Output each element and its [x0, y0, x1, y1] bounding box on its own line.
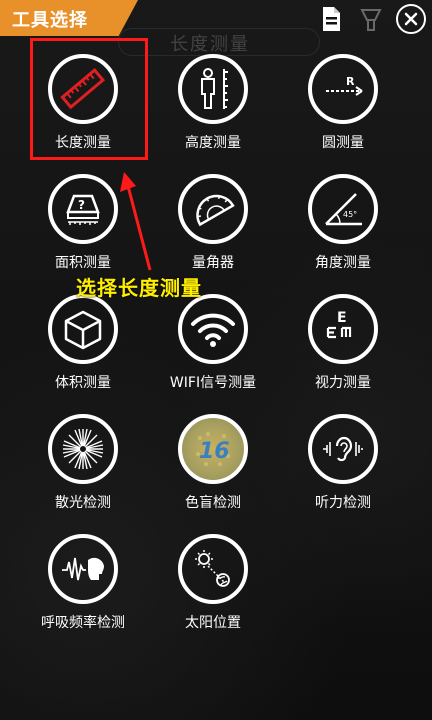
- astigmatism-icon: [62, 428, 104, 470]
- tool-icon-circle: [178, 54, 248, 124]
- tool-breath-rate-test[interactable]: 呼吸频率检测: [18, 530, 148, 646]
- breath-icon: [62, 557, 104, 581]
- tool-hearing-test[interactable]: 听力检测: [278, 410, 408, 526]
- area-box-icon: ?: [66, 194, 100, 225]
- color-blind-plate-icon: 16: [196, 432, 230, 466]
- tool-label: 听力检测: [315, 495, 371, 511]
- protractor-icon: [196, 194, 235, 227]
- tool-angle-measure[interactable]: 45° 角度测量: [278, 170, 408, 286]
- tool-protractor[interactable]: 量角器: [148, 170, 278, 286]
- tool-icon-circle: [48, 294, 118, 364]
- tool-icon-circle: ?: [48, 174, 118, 244]
- close-icon: [404, 12, 418, 26]
- tool-icon-circle: E: [308, 294, 378, 364]
- cube-volume-icon: [64, 310, 102, 350]
- tool-label: 体积测量: [55, 375, 111, 391]
- page-title: 工具选择: [12, 10, 88, 31]
- tool-icon-circle: [48, 414, 118, 484]
- plate-number: 16: [199, 439, 230, 464]
- tool-label: WIFI信号测量: [169, 375, 257, 391]
- sun-position-icon: [195, 550, 230, 587]
- tool-label: 散光检测: [55, 495, 111, 511]
- tool-label: 色盲检测: [185, 495, 241, 511]
- angle-value: 45°: [343, 210, 357, 219]
- tool-area-measure[interactable]: ? 面积测量: [18, 170, 148, 286]
- document-icon[interactable]: [316, 4, 346, 34]
- tool-icon-circle: R: [308, 54, 378, 124]
- circle-radius-icon: R: [326, 75, 363, 96]
- tool-vision-test[interactable]: E 视力测量: [278, 290, 408, 406]
- tool-circle-measure[interactable]: R 圆测量: [278, 50, 408, 166]
- person-height-icon: [201, 68, 228, 109]
- question-mark: ?: [78, 198, 85, 212]
- tool-label: 角度测量: [315, 255, 371, 271]
- tool-label: 高度测量: [185, 135, 241, 151]
- tool-volume-measure[interactable]: 体积测量: [18, 290, 148, 406]
- selection-highlight-box: [30, 38, 148, 160]
- radius-letter: R: [346, 75, 355, 88]
- tool-icon-circle: 16: [178, 414, 248, 484]
- tool-colorblind-test[interactable]: 16 色盲检测: [148, 410, 278, 526]
- tool-sun-position[interactable]: 太阳位置: [148, 530, 278, 646]
- tool-height-measure[interactable]: 高度测量: [148, 50, 278, 166]
- tool-icon-circle: [48, 534, 118, 604]
- wifi-icon: [191, 313, 235, 347]
- tool-label: 圆测量: [322, 135, 364, 151]
- tool-label: 呼吸频率检测: [41, 615, 125, 631]
- tool-label: 面积测量: [55, 255, 111, 271]
- tool-icon-circle: 45°: [308, 174, 378, 244]
- tool-label: 太阳位置: [185, 615, 241, 631]
- tool-astigmatism-test[interactable]: 散光检测: [18, 410, 148, 526]
- tool-icon-circle: [308, 414, 378, 484]
- eye-chart-letter: E: [337, 310, 347, 326]
- tool-label: 视力测量: [315, 375, 371, 391]
- annotation-text: 选择长度测量: [76, 276, 202, 300]
- top-toolbar: [316, 4, 426, 34]
- tool-wifi-measure[interactable]: WIFI信号测量: [148, 290, 278, 406]
- tool-icon-circle: [178, 294, 248, 364]
- angle-45-icon: 45°: [325, 193, 362, 226]
- tool-label: 量角器: [192, 255, 234, 271]
- close-button[interactable]: [396, 4, 426, 34]
- ear-icon: [323, 436, 363, 462]
- tool-icon-circle: [178, 174, 248, 244]
- flashlight-icon[interactable]: [356, 4, 386, 34]
- eye-chart-icon: E: [326, 310, 352, 339]
- tool-icon-circle: [178, 534, 248, 604]
